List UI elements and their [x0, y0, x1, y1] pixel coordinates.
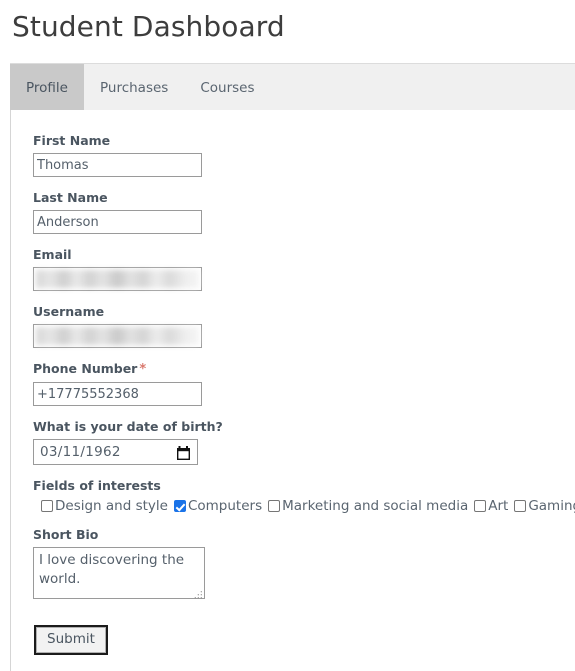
date-of-birth-label: What is your date of birth?: [33, 419, 223, 434]
username-redaction-overlay: [36, 327, 199, 345]
field-phone-number: Phone Number *: [33, 360, 575, 406]
tab-profile-label: Profile: [26, 79, 68, 96]
tab-purchases-label: Purchases: [99, 79, 169, 96]
tab-bar: Profile Purchases Courses: [10, 63, 575, 111]
short-bio-wrapper: [33, 547, 205, 599]
page-title: Student Dashboard: [12, 10, 285, 43]
required-asterisk: *: [139, 362, 147, 377]
interest-option-computers[interactable]: Computers: [173, 498, 262, 514]
last-name-input[interactable]: [33, 210, 202, 234]
interest-option-design-and-style[interactable]: Design and style: [41, 498, 168, 514]
email-label: Email: [33, 247, 72, 262]
checkbox-art[interactable]: [474, 500, 487, 512]
field-username: Username: [33, 303, 575, 348]
username-input[interactable]: [33, 324, 202, 348]
phone-number-label-text: Phone Number: [33, 361, 138, 376]
username-label: Username: [33, 304, 105, 319]
tab-courses[interactable]: Courses: [184, 64, 270, 111]
interest-option-marketing-and-social-media[interactable]: Marketing and social media: [268, 498, 468, 514]
submit-button[interactable]: Submit: [34, 625, 108, 655]
date-of-birth-value: 03/11/1962: [40, 444, 121, 460]
profile-form: First Name Last Name Email Username Phon…: [11, 110, 575, 655]
checkbox-design-and-style[interactable]: [41, 500, 53, 512]
field-short-bio: Short Bio: [33, 526, 575, 599]
field-email: Email: [33, 246, 575, 291]
field-last-name: Last Name: [33, 189, 575, 234]
interests-label: Fields of interests: [33, 478, 161, 493]
short-bio-label: Short Bio: [33, 527, 99, 542]
field-interests: Fields of interests Design and style Com…: [33, 477, 575, 514]
first-name-label: First Name: [33, 133, 111, 148]
checkbox-label-marketing-and-social-media[interactable]: Marketing and social media: [282, 498, 468, 514]
phone-number-label: Phone Number *: [33, 360, 575, 378]
checkbox-label-gaming[interactable]: Gaming: [528, 498, 575, 514]
interest-option-art[interactable]: Art: [474, 498, 508, 514]
email-redaction-overlay: [36, 270, 199, 288]
checkbox-computers[interactable]: [173, 500, 186, 512]
date-of-birth-input[interactable]: 03/11/1962: [33, 439, 198, 465]
phone-number-input[interactable]: [33, 382, 202, 406]
first-name-input[interactable]: [33, 153, 202, 177]
field-first-name: First Name: [33, 132, 575, 177]
tab-purchases[interactable]: Purchases: [84, 64, 184, 111]
interests-checkbox-group: Design and style Computers Marketing and…: [33, 498, 575, 514]
checkbox-label-art[interactable]: Art: [488, 498, 508, 514]
interest-option-gaming[interactable]: Gaming: [514, 498, 575, 514]
tab-courses-label: Courses: [200, 79, 255, 96]
checkbox-label-computers[interactable]: Computers: [188, 498, 262, 514]
tab-profile[interactable]: Profile: [10, 64, 84, 111]
calendar-icon[interactable]: [177, 445, 190, 460]
checkbox-gaming[interactable]: [514, 500, 527, 512]
short-bio-textarea[interactable]: [33, 547, 205, 599]
checkbox-label-design-and-style[interactable]: Design and style: [55, 498, 168, 514]
field-date-of-birth: What is your date of birth? 03/11/1962: [33, 418, 575, 465]
last-name-label: Last Name: [33, 190, 108, 205]
checkbox-marketing-and-social-media[interactable]: [268, 500, 281, 512]
email-input[interactable]: [33, 267, 202, 291]
profile-panel: First Name Last Name Email Username Phon…: [10, 110, 575, 671]
